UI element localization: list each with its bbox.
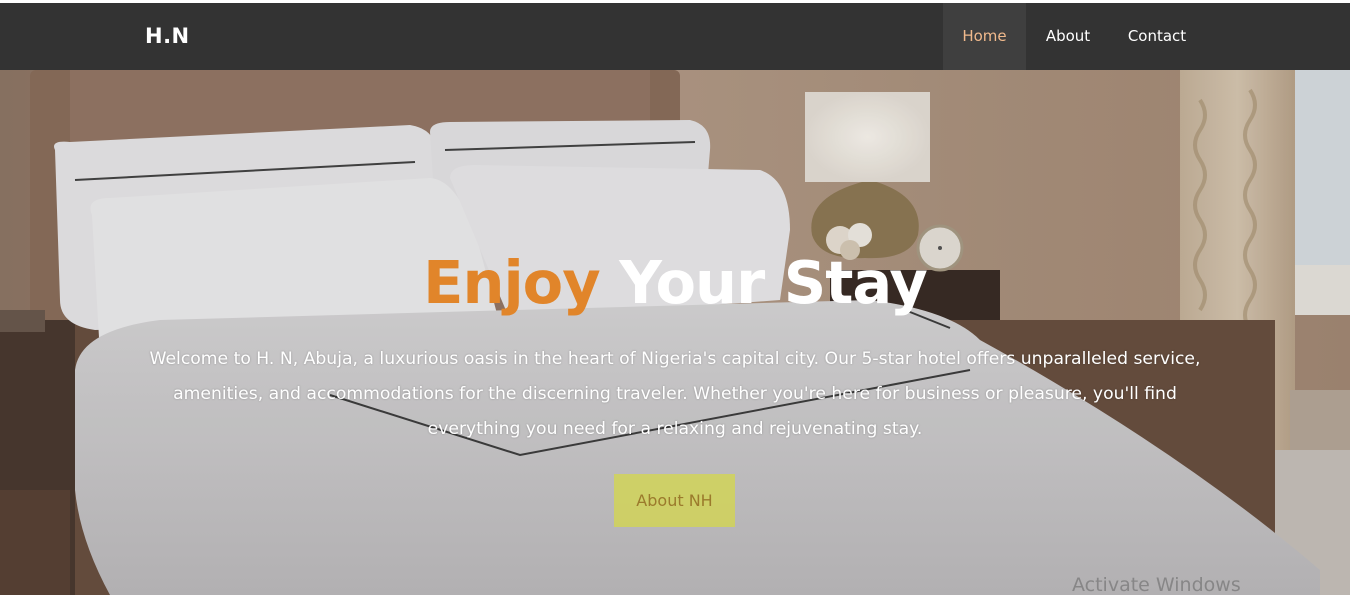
nav-item-home[interactable]: Home xyxy=(943,3,1026,70)
hero-description: Welcome to H. N, Abuja, a luxurious oasi… xyxy=(149,349,1201,439)
brand-logo[interactable]: H.N xyxy=(145,3,190,70)
hero-section: Enjoy Your Stay Welcome to H. N, Abuja, … xyxy=(0,70,1350,595)
hero-title-accent: Enjoy xyxy=(423,248,601,317)
hero-title: Enjoy Your Stay xyxy=(0,248,1350,318)
hero-title-rest: Your Stay xyxy=(619,248,928,317)
nav-item-about[interactable]: About xyxy=(1026,3,1110,70)
about-nh-button[interactable]: About NH xyxy=(614,474,735,527)
activate-windows-watermark: Activate Windows xyxy=(1072,574,1241,595)
navbar: H.N Home About Contact xyxy=(0,3,1350,70)
nav-item-contact[interactable]: Contact xyxy=(1110,3,1204,70)
